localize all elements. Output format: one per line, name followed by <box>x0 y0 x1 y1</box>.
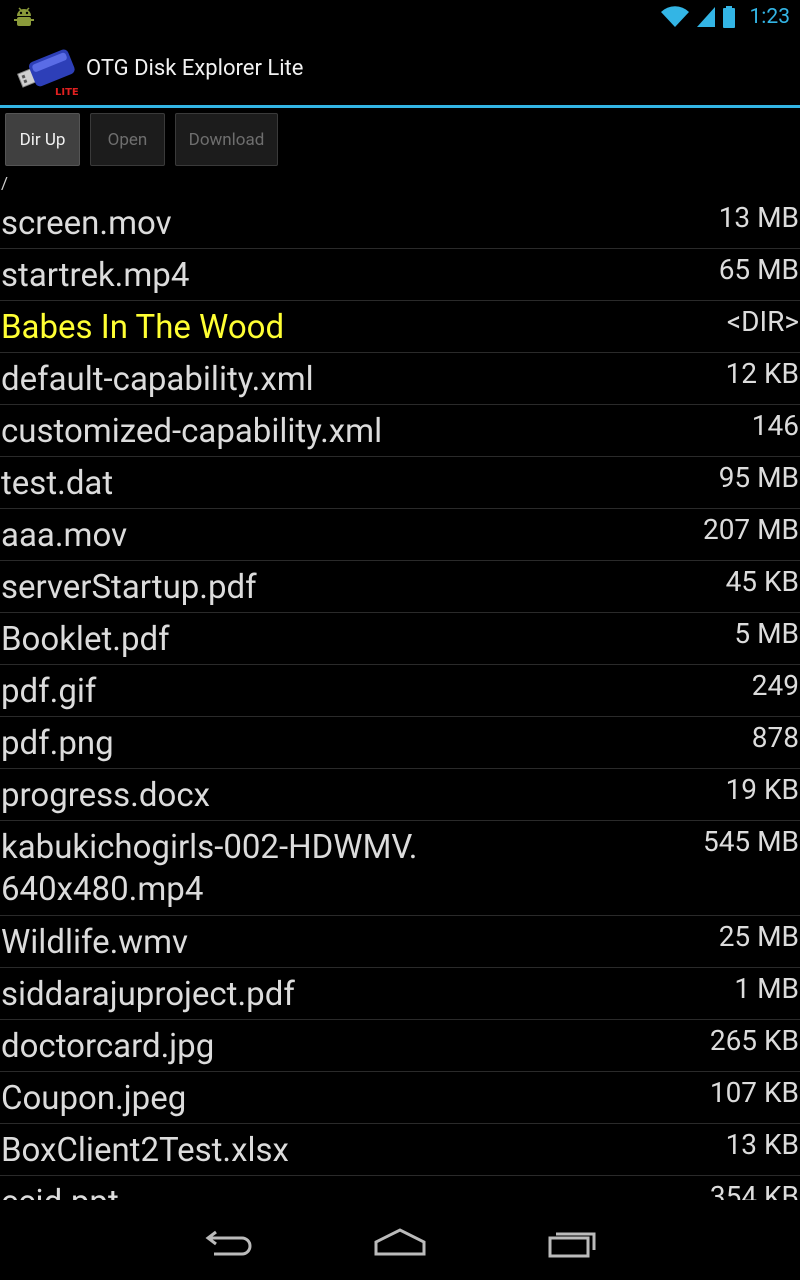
usb-drive-lite-icon: LITE <box>17 49 79 97</box>
list-item[interactable]: doctorcard.jpg 265 KB <box>0 1020 800 1072</box>
file-name: Booklet.pdf <box>1 620 170 659</box>
file-name: customized-capability.xml <box>1 412 383 451</box>
file-name: Wildlife.wmv <box>1 923 188 962</box>
list-item-directory[interactable]: Babes In The Wood <DIR> <box>0 301 800 353</box>
file-name: pdf.png <box>1 724 114 763</box>
status-bar: 1:23 <box>0 0 800 33</box>
file-size: 107 KB <box>709 1076 799 1109</box>
current-path: / <box>1 174 9 194</box>
file-name: test.dat <box>1 464 114 503</box>
file-size: 878 <box>751 721 799 754</box>
list-item[interactable]: kabukichogirls-002-HDWMV.640x480.mp4 545… <box>0 821 800 916</box>
dir-up-button[interactable]: Dir Up <box>5 113 80 166</box>
file-size: 45 KB <box>725 565 799 598</box>
file-size: 354 KB <box>709 1180 799 1200</box>
list-item[interactable]: Coupon.jpeg 107 KB <box>0 1072 800 1124</box>
file-size: 65 MB <box>718 253 799 286</box>
file-size: <DIR> <box>726 305 799 338</box>
file-name: aaa.mov <box>1 516 128 555</box>
list-item[interactable]: customized-capability.xml 146 <box>0 405 800 457</box>
svg-text:LITE: LITE <box>55 87 79 97</box>
list-item[interactable]: BoxClient2Test.xlsx 13 KB <box>0 1124 800 1176</box>
file-name: pdf.gif <box>1 672 97 711</box>
file-name: startrek.mp4 <box>1 256 190 295</box>
android-debug-icon <box>14 7 34 26</box>
battery-icon <box>722 6 735 28</box>
list-item[interactable]: pdf.png 878 <box>0 717 800 769</box>
directory-name: Babes In The Wood <box>1 308 285 347</box>
file-name: default-capability.xml <box>1 360 314 399</box>
file-size: 13 KB <box>725 1128 799 1161</box>
back-icon[interactable] <box>200 1220 260 1260</box>
file-name: doctorcard.jpg <box>1 1027 215 1066</box>
file-size: 146 <box>751 409 799 442</box>
file-size: 19 KB <box>725 773 799 806</box>
list-item[interactable]: default-capability.xml 12 KB <box>0 353 800 405</box>
action-bar: LITE OTG Disk Explorer Lite <box>0 33 800 105</box>
file-size: 545 MB <box>702 825 799 858</box>
file-name: serverStartup.pdf <box>1 568 257 607</box>
list-item[interactable]: ccid.ppt 354 KB <box>0 1176 800 1200</box>
file-name: kabukichogirls-002-HDWMV.640x480.mp4 <box>1 828 418 909</box>
list-item[interactable]: aaa.mov 207 MB <box>0 509 800 561</box>
file-size: 25 MB <box>718 920 799 953</box>
file-size: 12 KB <box>725 357 799 390</box>
home-icon[interactable] <box>370 1220 430 1260</box>
list-item[interactable]: pdf.gif 249 <box>0 665 800 717</box>
action-bar-divider <box>0 105 800 108</box>
list-item[interactable]: screen.mov 13 MB <box>0 197 800 249</box>
file-size: 95 MB <box>718 461 799 494</box>
list-item[interactable]: serverStartup.pdf 45 KB <box>0 561 800 613</box>
file-name: siddarajuproject.pdf <box>1 975 295 1014</box>
file-size: 207 MB <box>702 513 799 546</box>
list-item[interactable]: test.dat 95 MB <box>0 457 800 509</box>
clock: 1:23 <box>749 5 791 29</box>
file-name: screen.mov <box>1 204 172 243</box>
app-title: OTG Disk Explorer Lite <box>86 56 304 81</box>
file-list[interactable]: screen.mov 13 MB startrek.mp4 65 MB Babe… <box>0 197 800 1200</box>
list-item[interactable]: startrek.mp4 65 MB <box>0 249 800 301</box>
file-name: ccid.ppt <box>1 1182 621 1200</box>
navigation-bar <box>0 1200 800 1280</box>
open-button[interactable]: Open <box>90 113 165 166</box>
file-size: 5 MB <box>734 617 799 650</box>
list-item[interactable]: progress.docx 19 KB <box>0 769 800 821</box>
list-item[interactable]: Wildlife.wmv 25 MB <box>0 916 800 968</box>
recent-apps-icon[interactable] <box>540 1220 600 1260</box>
file-name: Coupon.jpeg <box>1 1079 187 1118</box>
file-size: 13 MB <box>718 201 799 234</box>
download-button[interactable]: Download <box>175 113 278 166</box>
file-name: BoxClient2Test.xlsx <box>1 1131 289 1170</box>
wifi-icon <box>660 6 689 28</box>
file-name: progress.docx <box>1 776 210 815</box>
signal-icon <box>696 7 715 27</box>
list-item[interactable]: Booklet.pdf 5 MB <box>0 613 800 665</box>
file-size: 1 MB <box>734 972 799 1005</box>
list-item[interactable]: siddarajuproject.pdf 1 MB <box>0 968 800 1020</box>
file-size: 265 KB <box>709 1024 799 1057</box>
file-size: 249 <box>751 669 799 702</box>
